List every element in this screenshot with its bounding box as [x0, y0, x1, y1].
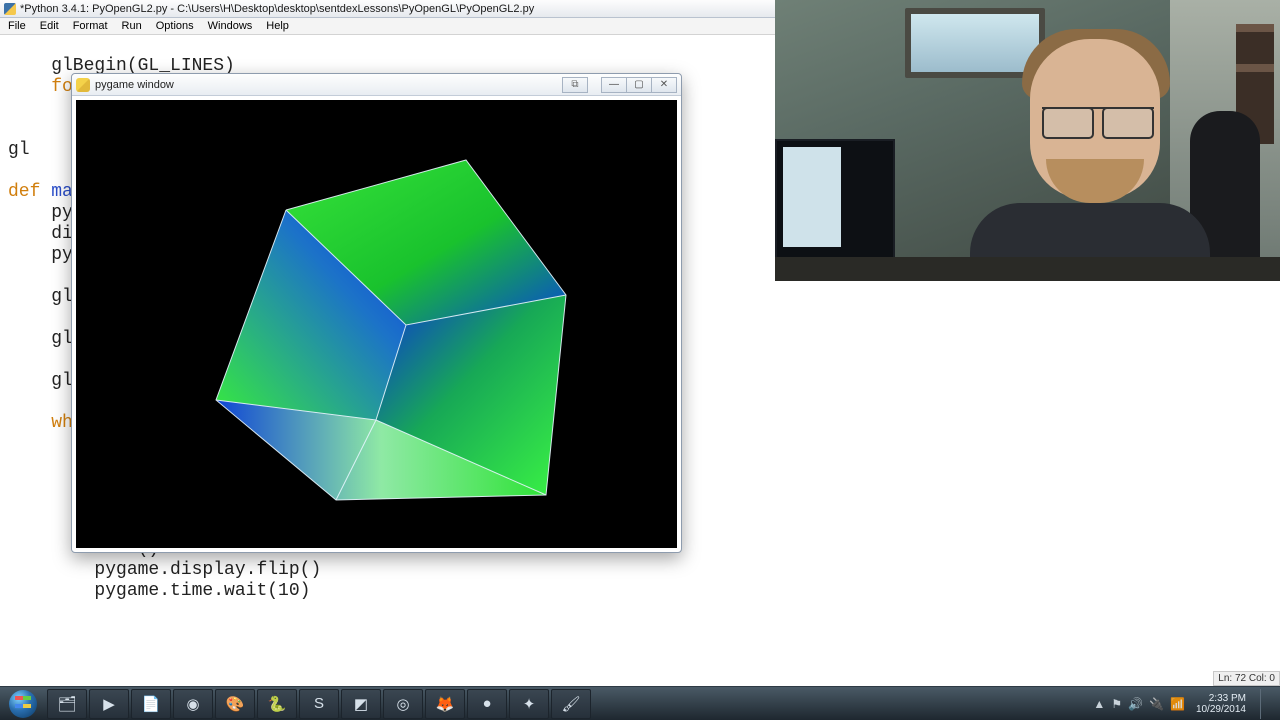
tray-icon[interactable]: 📶 [1170, 697, 1185, 711]
tray-icon[interactable]: 🔌 [1149, 697, 1164, 711]
pygame-titlebar[interactable]: pygame window ⧉ — ▢ ✕ [72, 74, 681, 96]
code-kw: def [8, 182, 51, 202]
tray-clock[interactable]: 2:33 PM 10/29/2014 [1196, 693, 1246, 715]
menu-file[interactable]: File [2, 19, 32, 33]
pygame-icon [76, 78, 90, 92]
tray-icon[interactable]: ▲ [1093, 697, 1105, 711]
paint-icon[interactable]: 🖌 [551, 689, 591, 719]
code-line: gl [8, 371, 73, 391]
menu-windows[interactable]: Windows [202, 19, 259, 33]
system-tray: ▲ ⚑ 🔊 🔌 📶 2:33 PM 10/29/2014 [1090, 689, 1276, 719]
chrome-icon[interactable]: ◉ [173, 689, 213, 719]
window-pin-button[interactable]: ⧉ [562, 77, 588, 93]
minimize-button[interactable]: — [601, 77, 627, 93]
obs-icon[interactable]: ◎ [383, 689, 423, 719]
taskbar: 🗂▶📄◉🎨🐍S◩◎🦊●✦🖌 ▲ ⚑ 🔊 🔌 📶 2:33 PM 10/29/2014 [0, 686, 1280, 720]
editor-title: *Python 3.4.1: PyOpenGL2.py - C:\Users\H… [20, 3, 534, 15]
editor-statusbar: Ln: 72 Col: 0 [1213, 671, 1280, 686]
close-button[interactable]: ✕ [651, 77, 677, 93]
code-line: py [8, 203, 73, 223]
webcam-desk [775, 257, 1280, 281]
code-line: pygame.time.wait(10) [8, 581, 310, 601]
pygame-title: pygame window [95, 79, 174, 91]
windows-orb-icon [9, 690, 37, 718]
tray-icons: ▲ ⚑ 🔊 🔌 📶 [1090, 697, 1188, 711]
maximize-button[interactable]: ▢ [626, 77, 652, 93]
menu-help[interactable]: Help [260, 19, 295, 33]
explorer-icon[interactable]: 🗂 [47, 689, 87, 719]
notepadpp-icon[interactable]: 📄 [131, 689, 171, 719]
code-line: di [8, 224, 73, 244]
pygame-canvas [76, 100, 677, 548]
skype-icon[interactable]: S [299, 689, 339, 719]
code-fn: ma [51, 182, 73, 202]
code-line: py [8, 245, 73, 265]
python-icon [4, 3, 16, 15]
code-line: gl [8, 140, 30, 160]
gimp-icon[interactable]: 🎨 [215, 689, 255, 719]
wmp-icon[interactable]: ▶ [89, 689, 129, 719]
firefox-icon[interactable]: 🦊 [425, 689, 465, 719]
show-desktop-button[interactable] [1260, 689, 1270, 719]
menu-format[interactable]: Format [67, 19, 114, 33]
tray-icon[interactable]: 🔊 [1128, 697, 1143, 711]
tray-time: 2:33 PM [1196, 693, 1246, 704]
rendered-cube [76, 100, 676, 548]
tray-icon[interactable]: ⚑ [1111, 697, 1122, 711]
webcam-overlay [775, 0, 1280, 281]
app3-icon[interactable]: ✦ [509, 689, 549, 719]
menu-options[interactable]: Options [150, 19, 200, 33]
webcam-person [950, 21, 1210, 281]
start-button[interactable] [4, 689, 42, 719]
tray-date: 10/29/2014 [1196, 704, 1246, 715]
app2-icon[interactable]: ● [467, 689, 507, 719]
app1-icon[interactable]: ◩ [341, 689, 381, 719]
webcam-monitor [775, 139, 895, 259]
menu-edit[interactable]: Edit [34, 19, 65, 33]
code-line: gl [8, 287, 73, 307]
code-line: pygame.display.flip() [8, 560, 321, 580]
pygame-window: pygame window ⧉ — ▢ ✕ [71, 73, 682, 553]
idle-icon[interactable]: 🐍 [257, 689, 297, 719]
menu-run[interactable]: Run [116, 19, 148, 33]
code-kw: wh [8, 413, 73, 433]
code-line: gl [8, 329, 73, 349]
